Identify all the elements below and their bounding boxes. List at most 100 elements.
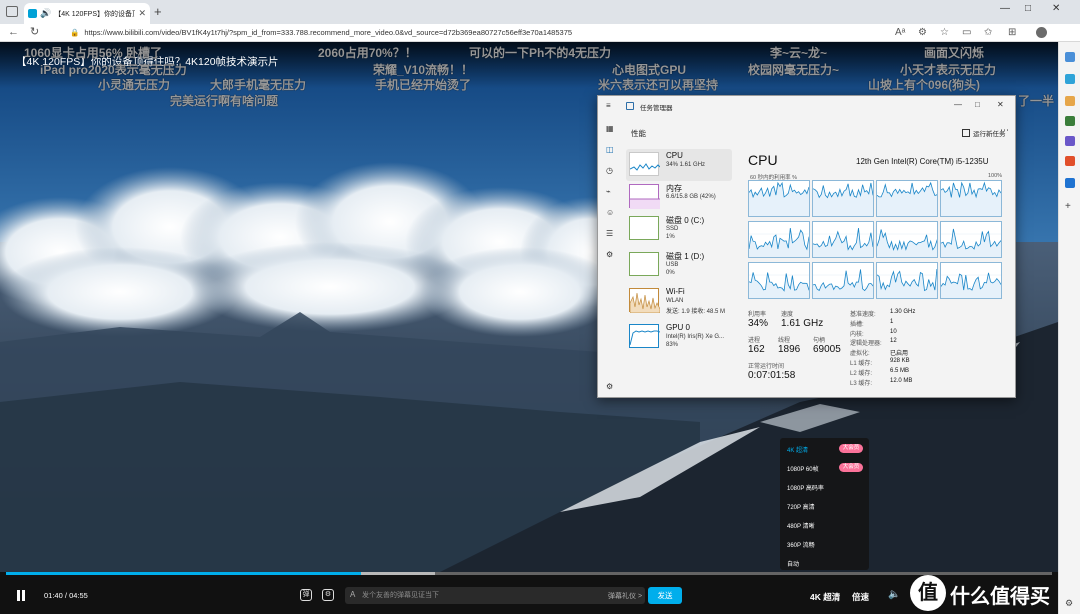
tab-close-icon[interactable]: ✕	[138, 8, 146, 19]
device-gpu[interactable]: GPU 0 Intel(R) Iris(R) Xe G... 83%	[626, 321, 732, 353]
new-tab-button[interactable]: +	[154, 5, 162, 19]
tm-settings-icon[interactable]: ⚙	[606, 383, 614, 391]
spec-label: 内核:	[850, 331, 864, 338]
run-new-task-button[interactable]: 运行新任务	[962, 128, 1006, 138]
collections-icon[interactable]: ⊞	[1008, 27, 1016, 39]
split-screen-icon[interactable]: ▭	[962, 27, 971, 39]
device-detail: 6.6/15.8 GB (42%)	[666, 194, 716, 200]
danmaku-comment: 了一半	[1018, 94, 1055, 108]
extension-icon[interactable]: ⚙	[918, 27, 927, 39]
screen: 🔊 【4K 120FPS】你的设备顶得... ✕ + — □ ✕ ← ↻ 🔒 ht…	[0, 0, 1080, 614]
volume-icon[interactable]: 🔈	[888, 589, 900, 601]
url-field[interactable]: 🔒 https://www.bilibili.com/video/BV1fK4y1…	[70, 26, 860, 40]
quality-button[interactable]: 4K 超清	[810, 591, 840, 603]
device-name: 内存	[666, 184, 682, 193]
performance-icon[interactable]: ◫	[606, 146, 614, 154]
favorites-list-icon[interactable]: ✩	[984, 27, 992, 39]
startup-icon[interactable]: ⌁	[606, 188, 614, 196]
danmaku-settings-icon[interactable]: ⚙	[322, 589, 334, 601]
outlook-icon[interactable]	[1065, 178, 1075, 188]
cpu-model: 12th Gen Intel(R) Core(TM) i5-1235U	[856, 157, 989, 166]
minimize-button[interactable]: —	[1000, 3, 1010, 14]
task-manager-title: 任务管理器	[640, 105, 673, 112]
danmaku-style-icon[interactable]: A	[350, 590, 355, 599]
tm-sidebar: ▦ ◫ ◷ ⌁ ☺ ☰ ⚙ ⚙	[598, 116, 622, 398]
spec-value: 已启用	[890, 351, 909, 358]
sidebar-settings-icon[interactable]: ⚙	[1065, 598, 1075, 608]
speaker-icon[interactable]: 🔊	[40, 8, 51, 19]
device-disk-1[interactable]: 磁盘 1 (D:) USB 0%	[626, 249, 732, 281]
tm-maximize-button[interactable]: □	[975, 100, 980, 109]
pause-button[interactable]	[16, 590, 26, 601]
thread-stat-label: 线程	[778, 338, 791, 344]
device-cpu[interactable]: CPU 34% 1.61 GHz	[626, 149, 732, 181]
tm-minimize-button[interactable]: —	[954, 100, 962, 109]
profile-avatar[interactable]	[1036, 27, 1047, 38]
quality-option-auto[interactable]: 自动	[787, 559, 799, 568]
services-icon[interactable]: ⚙	[606, 251, 614, 259]
cpu-core-graph	[812, 262, 874, 299]
discover-icon[interactable]	[1065, 74, 1075, 84]
danmaku-comment: 2060占用70%？！	[318, 46, 417, 60]
maximize-button[interactable]: □	[1025, 3, 1031, 14]
danmaku-etiquette-link[interactable]: 弹幕礼仪 >	[608, 591, 642, 601]
playback-speed-button[interactable]: 倍速	[852, 591, 869, 603]
spec-label: L3 缓存:	[850, 380, 873, 387]
read-aloud-icon[interactable]: Aᵃ	[895, 27, 905, 39]
spec-value: 12.0 MB	[890, 377, 913, 384]
danmaku-input-box: A 弹幕礼仪 >	[345, 587, 645, 604]
danmaku-input[interactable]	[362, 589, 592, 602]
danmaku-comment: 大郎手机毫无压力	[210, 78, 307, 92]
tools-icon[interactable]	[1065, 96, 1075, 106]
tab-actions-icon[interactable]	[6, 6, 18, 17]
device-thumbnail	[629, 252, 659, 276]
time-separator: /	[64, 591, 67, 600]
device-detail: 83%	[666, 342, 679, 348]
device-wifi[interactable]: Wi-Fi WLAN 发送: 1.9 接收: 48.5 M	[626, 285, 732, 317]
quality-option-1080p60[interactable]: 1080P 60帧	[787, 464, 819, 473]
favorite-icon[interactable]: ☆	[940, 27, 949, 39]
device-thumbnail	[629, 324, 661, 348]
games-icon[interactable]	[1065, 116, 1075, 126]
back-icon[interactable]: ←	[8, 26, 19, 39]
processes-icon[interactable]: ▦	[606, 125, 614, 133]
browser-tab[interactable]: 🔊 【4K 120FPS】你的设备顶得... ✕	[24, 3, 150, 24]
users-icon[interactable]: ☺	[606, 209, 614, 217]
quality-option-360p[interactable]: 360P 流畅	[787, 540, 815, 549]
search-icon[interactable]	[1065, 52, 1075, 62]
send-danmaku-button[interactable]: 发送	[648, 587, 682, 604]
refresh-icon[interactable]: ↻	[30, 26, 39, 39]
quality-option-1080p-plus[interactable]: 1080P 高码率	[787, 483, 824, 492]
quality-option-4k[interactable]: 4K 超清	[787, 445, 808, 454]
task-manager-titlebar[interactable]: ≡ 任务管理器 — □ ✕	[598, 96, 1015, 116]
util-graph-max: 100%	[988, 173, 1003, 179]
speed-stat-value: 1.61 GHz	[781, 318, 824, 329]
office-icon[interactable]	[1065, 156, 1075, 166]
add-sidebar-icon[interactable]: +	[1065, 202, 1075, 212]
speed-stat-label: 速度	[781, 312, 794, 318]
app-history-icon[interactable]: ◷	[606, 167, 614, 175]
browser-tab-bar: 🔊 【4K 120FPS】你的设备顶得... ✕ + — □ ✕	[0, 0, 1080, 24]
task-manager-window[interactable]: ≡ 任务管理器 — □ ✕ ▦ ◫ ◷ ⌁ ☺ ☰ ⚙ ⚙ 性能 运行新任务 ⋯	[597, 95, 1016, 398]
cpu-core-graph	[940, 180, 1002, 217]
site-watermark: 什么值得买	[906, 572, 1058, 614]
tm-close-button[interactable]: ✕	[997, 100, 1004, 109]
current-time: 01:40	[44, 591, 63, 600]
shopping-icon[interactable]	[1065, 136, 1075, 146]
device-thumbnail	[629, 152, 661, 176]
hamburger-menu-icon[interactable]: ≡	[606, 102, 614, 110]
thread-stat-value: 1896	[778, 344, 801, 355]
util-stat-label: 利用率	[748, 312, 767, 318]
more-options-icon[interactable]: ⋯	[1000, 125, 1009, 136]
details-icon[interactable]: ☰	[606, 230, 614, 238]
spec-label: 基准速度:	[850, 312, 876, 318]
device-disk-0[interactable]: 磁盘 0 (C:) SSD 1%	[626, 213, 732, 245]
duration: 04:55	[69, 591, 88, 600]
device-memory[interactable]: 内存 6.6/15.8 GB (42%)	[626, 181, 732, 213]
quality-option-720p[interactable]: 720P 高清	[787, 502, 815, 511]
device-thumbnail	[629, 184, 660, 209]
danmaku-toggle-icon[interactable]: 弹	[300, 589, 312, 601]
quality-option-480p[interactable]: 480P 清晰	[787, 521, 815, 530]
close-window-button[interactable]: ✕	[1052, 3, 1060, 14]
spec-value: 1	[890, 318, 894, 325]
